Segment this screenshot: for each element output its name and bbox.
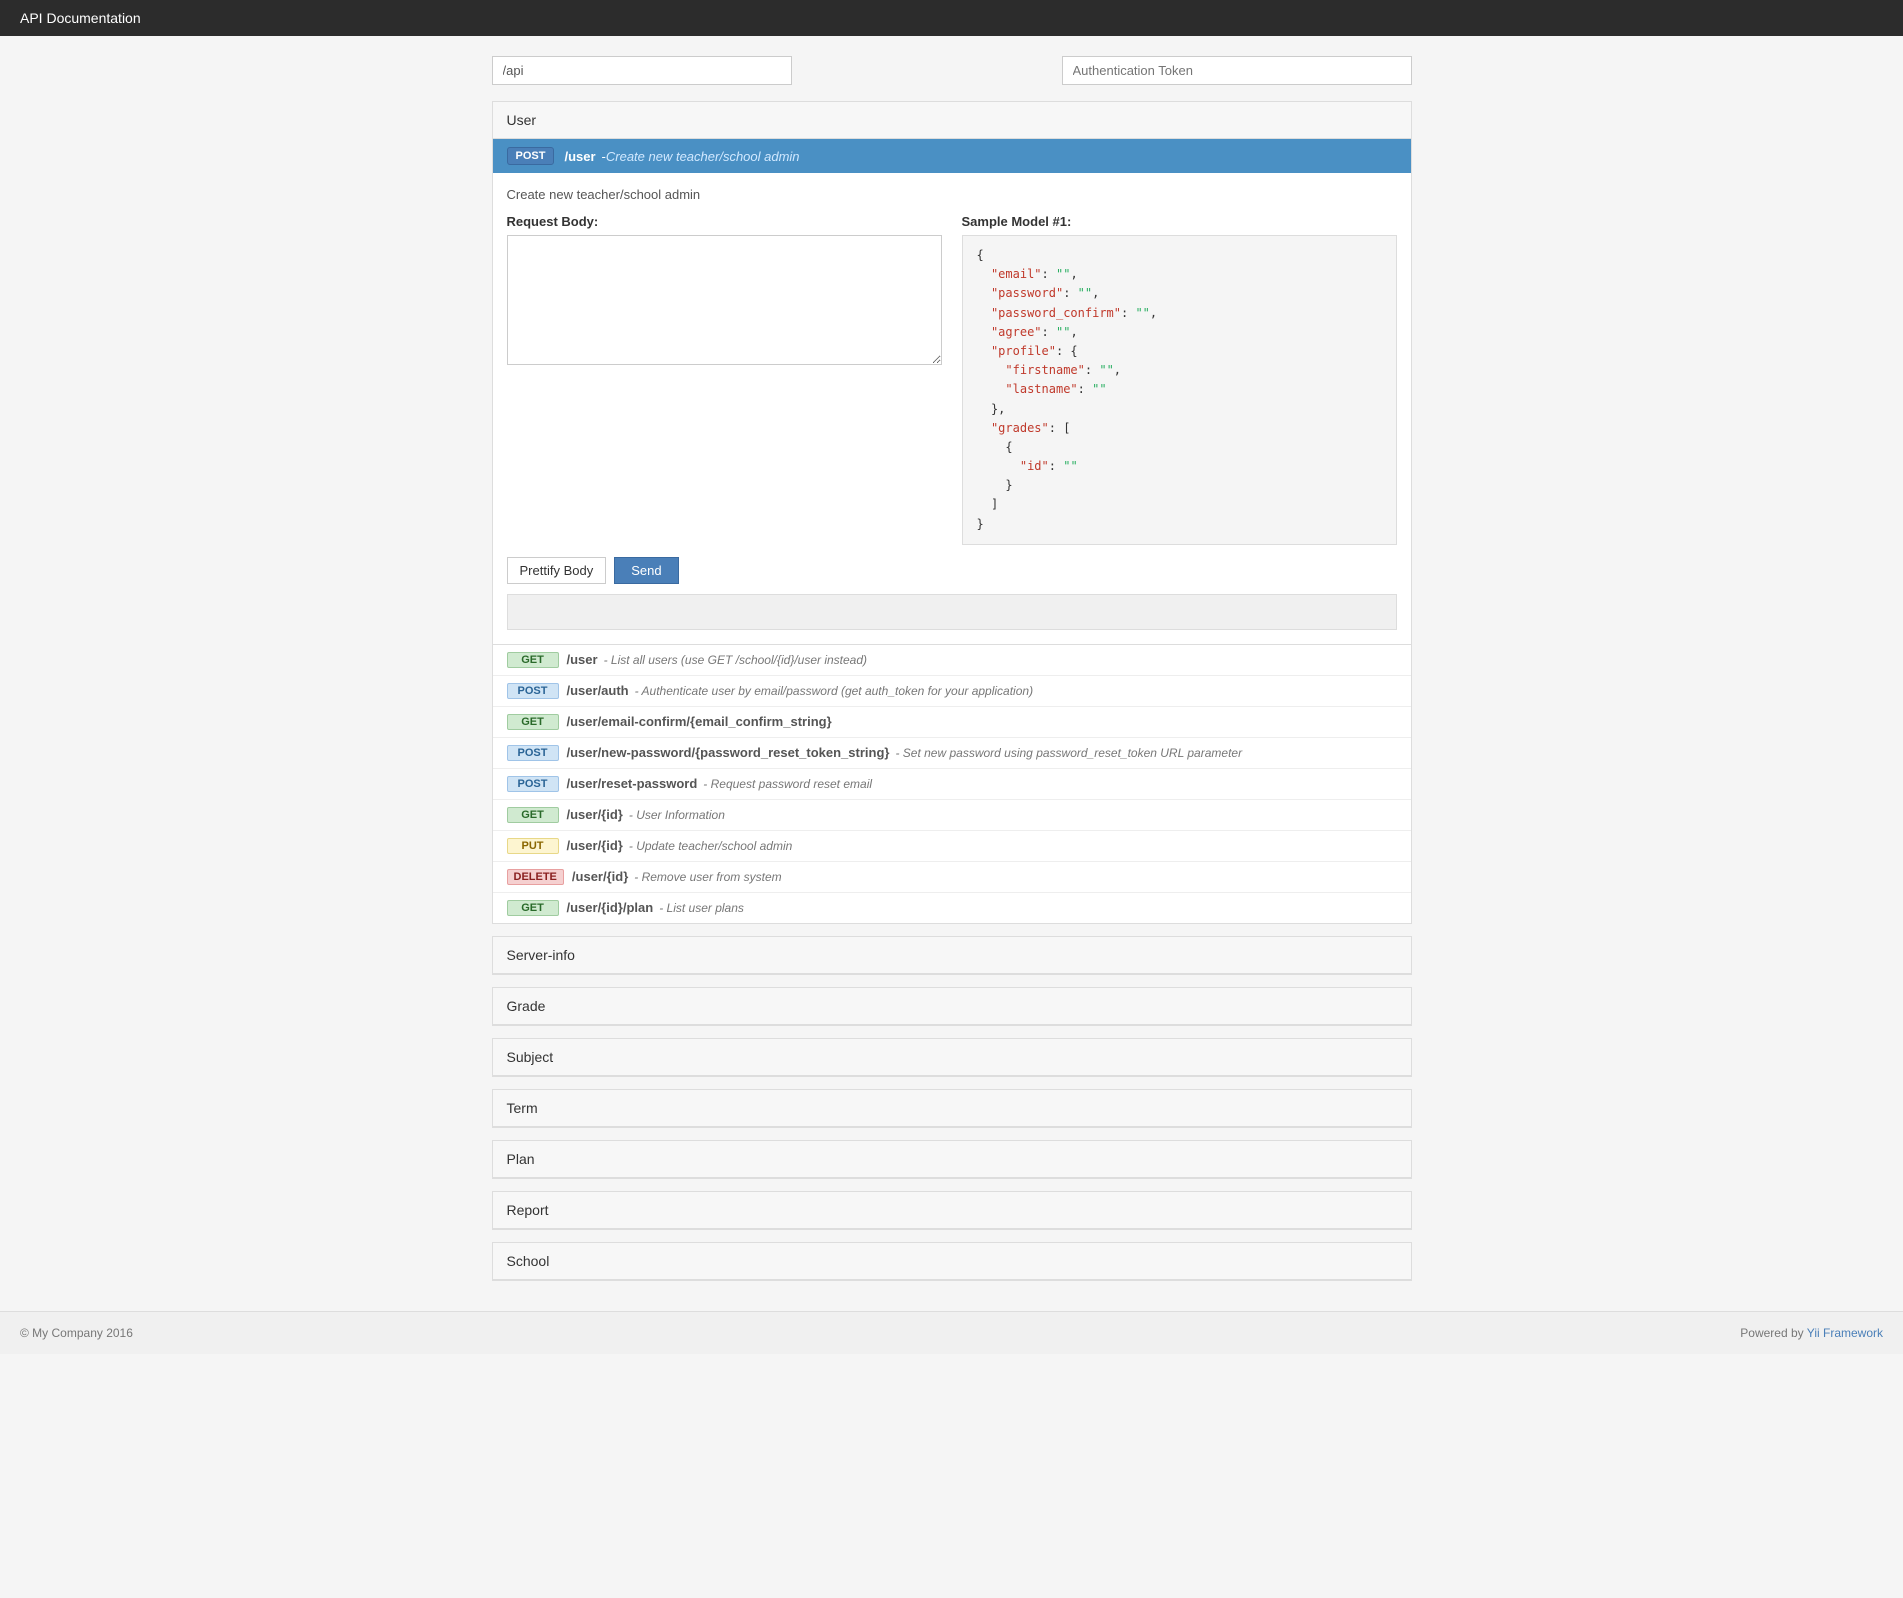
footer-copyright: © My Company 2016 (20, 1326, 133, 1340)
section-header-0[interactable]: Server-info (493, 937, 1411, 974)
endpoint-row-post-new-password[interactable]: POST /user/new-password/{password_reset_… (493, 738, 1411, 769)
post-badge: POST (507, 147, 555, 165)
endpoint-body-desc: Create new teacher/school admin (507, 187, 1397, 202)
section-header-6[interactable]: School (493, 1243, 1411, 1280)
request-body-section: Request Body: (507, 214, 942, 545)
send-button[interactable]: Send (614, 557, 678, 584)
row-path-2: /user/auth (567, 683, 629, 698)
prettify-button[interactable]: Prettify Body (507, 557, 607, 584)
row-desc-4: - Set new password using password_reset_… (895, 746, 1242, 760)
section-header-5[interactable]: Report (493, 1192, 1411, 1229)
endpoint-row-put-user-id[interactable]: PUT /user/{id} - Update teacher/school a… (493, 831, 1411, 862)
other-sections: Server-info Grade Subject Term Plan Report Sch… (492, 936, 1412, 1281)
section-server-info: Server-info (492, 936, 1412, 975)
yii-framework-link[interactable]: Yii Framework (1807, 1326, 1883, 1340)
auth-token-input[interactable] (1062, 56, 1412, 85)
endpoint-expanded-body: Create new teacher/school admin Request … (493, 173, 1411, 645)
endpoint-list: GET /user - List all users (use GET /sch… (493, 645, 1411, 923)
action-buttons: Prettify Body Send (507, 557, 1397, 584)
row-desc-7: - Update teacher/school admin (629, 839, 792, 853)
filter-bar (492, 56, 1412, 85)
user-section-header[interactable]: User (493, 102, 1411, 139)
post-badge-2: POST (507, 683, 559, 699)
row-path-1: /user (567, 652, 598, 667)
get-badge-9: GET (507, 900, 559, 916)
section-header-2[interactable]: Subject (493, 1039, 1411, 1076)
row-desc-9: - List user plans (659, 901, 744, 915)
endpoint-row-post-reset-password[interactable]: POST /user/reset-password - Request pass… (493, 769, 1411, 800)
row-desc-1: - List all users (use GET /school/{id}/u… (604, 653, 867, 667)
request-body-textarea[interactable] (507, 235, 942, 365)
row-path-9: /user/{id}/plan (567, 900, 654, 915)
section-header-4[interactable]: Plan (493, 1141, 1411, 1178)
user-section-label: User (507, 112, 537, 128)
post-badge-4: POST (507, 745, 559, 761)
row-path-4: /user/new-password/{password_reset_token… (567, 745, 890, 760)
get-badge-1: GET (507, 652, 559, 668)
row-path-8: /user/{id} (572, 869, 628, 884)
sample-model-label: Sample Model #1: (962, 214, 1397, 229)
section-term: Term (492, 1089, 1412, 1128)
row-desc-2: - Authenticate user by email/password (g… (635, 684, 1033, 698)
sample-model-box: { "email": "", "password": "", "password… (962, 235, 1397, 545)
endpoint-row-post-auth[interactable]: POST /user/auth - Authenticate user by e… (493, 676, 1411, 707)
row-desc-6: - User Information (629, 808, 725, 822)
row-desc-5: - Request password reset email (703, 777, 872, 791)
endpoint-row-get-user-id-plan[interactable]: GET /user/{id}/plan - List user plans (493, 893, 1411, 923)
section-grade: Grade (492, 987, 1412, 1026)
footer: © My Company 2016 Powered by Yii Framewo… (0, 1311, 1903, 1354)
endpoint-desc-header: Create new teacher/school admin (606, 149, 800, 164)
section-subject: Subject (492, 1038, 1412, 1077)
endpoint-row-get-email-confirm[interactable]: GET /user/email-confirm/{email_confirm_s… (493, 707, 1411, 738)
response-area (507, 594, 1397, 630)
endpoint-row-get-user[interactable]: GET /user - List all users (use GET /sch… (493, 645, 1411, 676)
request-body-label: Request Body: (507, 214, 942, 229)
row-path-5: /user/reset-password (567, 776, 698, 791)
post-user-endpoint: POST /user - Create new teacher/school a… (493, 139, 1411, 645)
row-path-3: /user/email-confirm/{email_confirm_strin… (567, 714, 832, 729)
post-badge-5: POST (507, 776, 559, 792)
top-nav: API Documentation (0, 0, 1903, 36)
api-filter-input[interactable] (492, 56, 792, 85)
sample-model-section: Sample Model #1: { "email": "", "passwor… (962, 214, 1397, 545)
row-path-6: /user/{id} (567, 807, 623, 822)
delete-badge-8: DELETE (507, 869, 564, 885)
post-user-endpoint-header[interactable]: POST /user - Create new teacher/school a… (493, 139, 1411, 173)
section-header-1[interactable]: Grade (493, 988, 1411, 1025)
row-path-7: /user/{id} (567, 838, 623, 853)
main-content: User POST /user - Create new teacher/sch… (472, 56, 1432, 1281)
endpoint-path: /user (564, 149, 595, 164)
section-school: School (492, 1242, 1412, 1281)
section-header-3[interactable]: Term (493, 1090, 1411, 1127)
get-badge-3: GET (507, 714, 559, 730)
footer-powered-by: Powered by Yii Framework (1740, 1326, 1883, 1340)
section-plan: Plan (492, 1140, 1412, 1179)
user-section: User POST /user - Create new teacher/sch… (492, 101, 1412, 924)
put-badge-7: PUT (507, 838, 559, 854)
nav-title: API Documentation (20, 10, 141, 26)
body-layout: Request Body: Sample Model #1: { "email"… (507, 214, 1397, 545)
section-report: Report (492, 1191, 1412, 1230)
row-desc-8: - Remove user from system (634, 870, 781, 884)
endpoint-row-delete-user-id[interactable]: DELETE /user/{id} - Remove user from sys… (493, 862, 1411, 893)
endpoint-row-get-user-id[interactable]: GET /user/{id} - User Information (493, 800, 1411, 831)
get-badge-6: GET (507, 807, 559, 823)
